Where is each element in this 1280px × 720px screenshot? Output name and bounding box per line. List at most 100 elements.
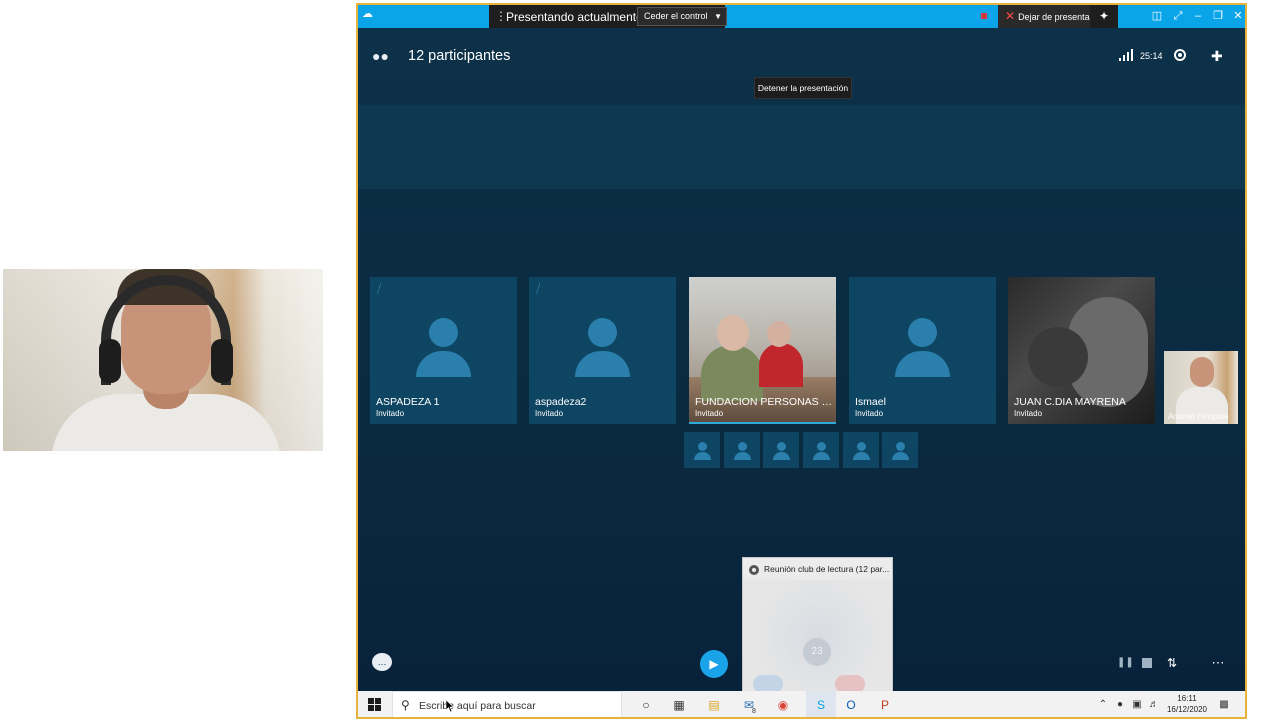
participant-tile-video[interactable]: FUNDACION PERSONAS CA... Invitado (689, 277, 836, 424)
chevron-down-icon: ▼ (714, 12, 722, 21)
mic-muted-icon: ⧸ (377, 282, 382, 296)
search-placeholder: Escribe aquí para buscar (419, 700, 536, 712)
participant-name: aspadeza2 (535, 396, 587, 408)
pin-icon[interactable]: ✦ (1090, 5, 1118, 28)
participant-tile[interactable]: ⧸ ASPADEZA 1 Invitado (370, 277, 517, 424)
windows-taskbar: ⚲ Escribe aquí para buscar ○ ▦ ▤ ✉ 8 ◉ S … (358, 691, 1245, 717)
clock-date: 16/12/2020 (1166, 705, 1208, 714)
more-options-icon[interactable]: ⋯ (1209, 655, 1227, 671)
participant-tile-video[interactable]: JUAN C.DIA MAYRENA Invitado (1008, 277, 1155, 424)
restore-icon[interactable]: ❐ (1208, 5, 1228, 28)
add-person-icon[interactable]: ✚ (1211, 47, 1231, 65)
powerpoint-icon[interactable]: P (876, 696, 894, 714)
avatar-icon (738, 442, 747, 451)
speaking-indicator (689, 422, 836, 424)
headset-cup-right (211, 339, 233, 383)
task-view-icon[interactable]: ▦ (670, 696, 688, 714)
preview-thumbnail: 23 (743, 580, 892, 692)
chat-icon[interactable]: … (372, 653, 392, 671)
participant-tile[interactable]: ⧸ aspadeza2 Invitado (529, 277, 676, 424)
overflow-participant[interactable] (843, 432, 879, 468)
avatar-body (575, 351, 630, 377)
participant-tile[interactable]: Ismael Invitado (849, 277, 996, 424)
self-view-head (1190, 357, 1214, 387)
video-person-2 (759, 343, 803, 387)
calendar-icon: 23 (803, 638, 831, 666)
windows-start-icon[interactable] (368, 698, 381, 711)
cede-control-label: Ceder el control (644, 11, 708, 21)
file-explorer-icon[interactable]: ▤ (705, 696, 723, 714)
chrome-icon[interactable]: ◉ (774, 696, 792, 714)
drag-handle-icon[interactable]: ⋮ (495, 7, 507, 25)
participant-role: Invitado (1014, 409, 1043, 418)
outlook-icon[interactable]: O (842, 696, 860, 714)
show-hidden-icons-icon[interactable]: ⌃ (1097, 698, 1109, 712)
volume-icon[interactable]: ♬ (1148, 698, 1160, 712)
call-timer: 25:14 (1140, 51, 1163, 61)
participants-icon[interactable]: ●● (372, 47, 394, 65)
participant-role: Invitado (376, 409, 405, 418)
participant-name: ASPADEZA 1 (376, 396, 440, 408)
signal-strength-icon[interactable] (1119, 49, 1133, 61)
taskbar-skype-active[interactable]: S (806, 691, 836, 717)
fullscreen-icon[interactable]: ⤢ (1168, 5, 1188, 28)
presenting-label: Presentando actualmente (506, 10, 643, 24)
participants-count[interactable]: 12 participantes (408, 46, 510, 66)
compact-view-icon[interactable]: ◫ (1147, 5, 1167, 28)
stop-presenting-label: Dejar de presentar (1018, 12, 1093, 22)
avatar-icon (908, 318, 937, 347)
avatar-body (694, 452, 711, 460)
overflow-participant[interactable] (724, 432, 760, 468)
cede-control-button[interactable]: Ceder el control ▼ (637, 7, 727, 26)
skype-window: ☁ ⋮ Presentando actualmente Ceder el con… (356, 3, 1247, 719)
overflow-participant[interactable] (882, 432, 918, 468)
headset-cup-left (99, 339, 121, 383)
stop-presenting-tooltip: Detener la presentación (754, 77, 852, 99)
webcam-video (3, 269, 323, 451)
pause-icon[interactable]: ❚❚ (1117, 657, 1134, 669)
clock-time: 16:11 (1177, 694, 1197, 703)
avatar-body (734, 452, 751, 460)
skype-preview-icon (749, 565, 759, 575)
avatar-icon (777, 442, 786, 451)
skype-icon: S (816, 698, 825, 712)
self-view[interactable]: Antonio Hinojosa (1164, 351, 1238, 424)
overflow-participant[interactable] (803, 432, 839, 468)
video-camera-icon[interactable]: ▶ (700, 650, 728, 678)
recording-indicator-icon (981, 13, 987, 19)
participant-role: Invitado (695, 409, 724, 418)
network-icon[interactable]: ▣ (1131, 698, 1143, 712)
avatar-icon (857, 442, 866, 451)
avatar-icon (588, 318, 617, 347)
avatar-body (773, 452, 790, 460)
cortana-icon[interactable]: ○ (637, 696, 655, 714)
title-bar: ☁ ⋮ Presentando actualmente Ceder el con… (358, 5, 1245, 28)
avatar-icon (896, 442, 905, 451)
video-person-2-head (767, 321, 791, 347)
avatar-icon (698, 442, 707, 451)
avatar-body (853, 452, 870, 460)
video-shape-2 (1028, 327, 1088, 387)
mail-icon[interactable]: ✉ 8 (740, 696, 758, 715)
shared-screen-band (358, 105, 1245, 189)
microphone-icon[interactable]: ● (1114, 698, 1126, 712)
minimize-icon[interactable]: – (1188, 5, 1208, 28)
overflow-participant[interactable] (763, 432, 799, 468)
preview-title: Reunión club de lectura (12 par... (764, 564, 890, 574)
taskbar-search-box[interactable]: ⚲ Escribe aquí para buscar (392, 691, 622, 717)
search-icon: ⚲ (401, 698, 410, 712)
avatar-icon (817, 442, 826, 451)
record-icon[interactable] (1174, 49, 1186, 61)
taskbar-preview[interactable]: Reunión club de lectura (12 par... 23 (742, 557, 893, 693)
video-person-1 (701, 345, 763, 401)
mic-muted-icon: ⧸ (536, 282, 541, 296)
avatar-body (416, 351, 471, 377)
overflow-participant[interactable] (684, 432, 720, 468)
taskbar-clock[interactable]: 16:11 16/12/2020 (1166, 693, 1208, 715)
stop-icon[interactable] (1142, 658, 1152, 668)
share-screen-icon[interactable]: ⇅ (1167, 655, 1185, 671)
close-window-icon[interactable]: ✕ (1228, 5, 1245, 28)
notifications-icon[interactable]: ▩ (1218, 698, 1230, 712)
mail-badge: 8 (752, 708, 756, 715)
close-icon: ✕ (1005, 9, 1016, 23)
